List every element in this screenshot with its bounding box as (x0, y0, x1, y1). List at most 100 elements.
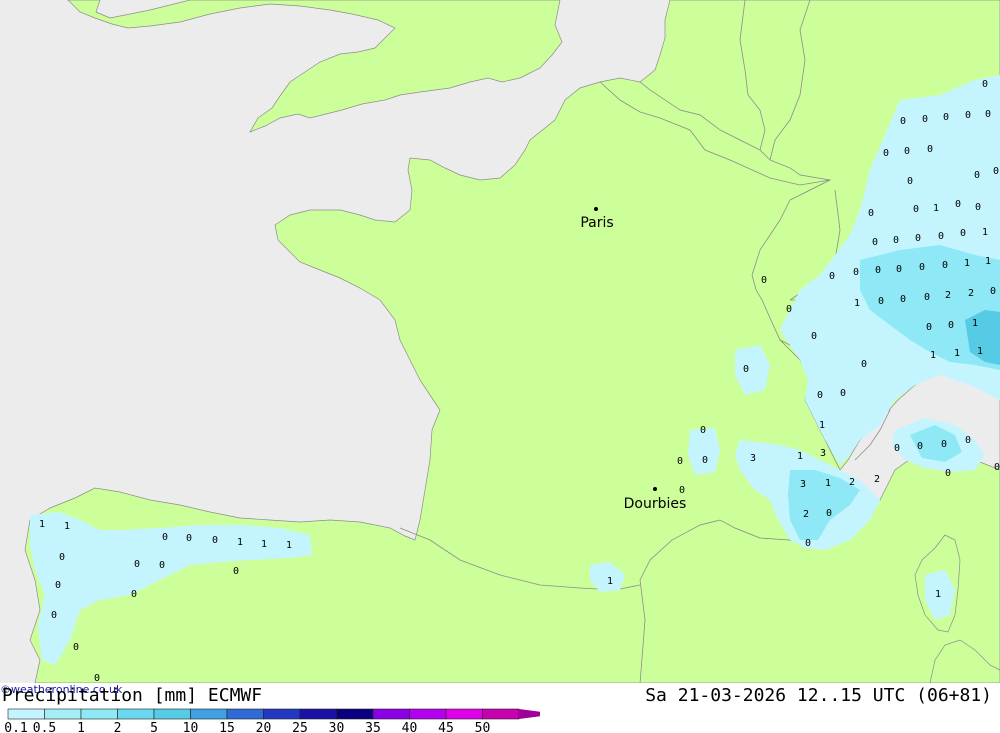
precip-value-label: 0 (868, 208, 874, 219)
city-marker-dourbies (653, 487, 657, 491)
color-scale: 0.1 0.5 1 2 5 10 15 20 25 30 35 40 45 50 (4, 708, 540, 733)
precip-value-label: 0 (943, 112, 949, 123)
precip-value-label: 0 (883, 148, 889, 159)
precip-value-label: 1 (985, 256, 991, 267)
precip-value-label: 1 (237, 537, 243, 548)
precip-value-label: 1 (797, 451, 803, 462)
precip-value-label: 0 (941, 439, 947, 450)
precip-value-label: 0 (926, 322, 932, 333)
city-label-dourbies: Dourbies (624, 496, 687, 512)
precip-value-label: 0 (924, 292, 930, 303)
map-footer: Precipitation [mm] ECMWF Sa 21-03-2026 1… (0, 683, 1000, 733)
precip-value-label: 0 (677, 456, 683, 467)
precip-value-label: 0 (853, 267, 859, 278)
precip-value-label: 0 (993, 166, 999, 177)
precip-value-label: 1 (930, 350, 936, 361)
precip-value-label: 1 (977, 346, 983, 357)
precip-value-label: 2 (849, 477, 855, 488)
precip-value-label: 0 (913, 204, 919, 215)
scale-swatch (80, 708, 118, 720)
precip-value-label: 3 (800, 479, 806, 490)
precip-value-label: 0 (917, 441, 923, 452)
precip-value-label: 0 (700, 425, 706, 436)
precip-value-label: 0 (960, 228, 966, 239)
precip-value-label: 0 (840, 388, 846, 399)
precip-value-label: 2 (874, 474, 880, 485)
precip-value-label: 0 (131, 589, 137, 600)
precip-value-label: 0 (743, 364, 749, 375)
precip-value-label: 0 (826, 508, 832, 519)
precip-value-label: 0 (965, 435, 971, 446)
precip-value-label: 1 (64, 521, 70, 532)
precip-value-label: 0 (159, 560, 165, 571)
scale-label: 25 (292, 721, 308, 733)
scale-label: 0.1 (4, 721, 27, 733)
precip-value-label: 1 (607, 576, 613, 587)
precip-value-label: 0 (965, 110, 971, 121)
precip-value-label: 2 (945, 290, 951, 301)
precip-value-label: 0 (975, 202, 981, 213)
precip-value-label: 1 (964, 258, 970, 269)
precip-value-label: 0 (974, 170, 980, 181)
precip-value-label: 0 (786, 304, 792, 315)
precip-value-label: 0 (73, 642, 79, 653)
precip-value-label: 0 (927, 144, 933, 155)
precip-value-label: 1 (854, 298, 860, 309)
precip-value-label: 0 (811, 331, 817, 342)
precip-value-label: 0 (922, 114, 928, 125)
scale-swatch (226, 708, 264, 720)
precip-value-label: 0 (162, 532, 168, 543)
scale-label: 30 (329, 721, 345, 733)
precip-value-label: 0 (186, 533, 192, 544)
precip-value-label: 1 (286, 540, 292, 551)
scale-swatch (482, 708, 520, 720)
precip-value-label: 0 (861, 359, 867, 370)
precip-value-label: 1 (982, 227, 988, 238)
precip-value-label: 0 (982, 79, 988, 90)
precip-value-label: 3 (820, 448, 826, 459)
scale-label: 50 (475, 721, 491, 733)
precip-value-label: 0 (702, 455, 708, 466)
scale-arrow (519, 709, 540, 719)
precip-value-label: 1 (825, 478, 831, 489)
precip-value-label: 0 (900, 116, 906, 127)
scale-swatch (372, 708, 410, 720)
scale-label: 40 (402, 721, 418, 733)
precip-value-label: 1 (954, 348, 960, 359)
precip-value-label: 2 (803, 509, 809, 520)
precip-value-label: 1 (933, 203, 939, 214)
scale-swatch (190, 708, 228, 720)
precip-value-label: 0 (212, 535, 218, 546)
precip-value-label: 0 (761, 275, 767, 286)
precip-value-label: 0 (134, 559, 140, 570)
precip-value-label: 0 (805, 538, 811, 549)
precip-value-label: 0 (985, 109, 991, 120)
precip-value-label: 1 (935, 589, 941, 600)
precip-value-label: 0 (51, 610, 57, 621)
precip-value-label: 3 (750, 453, 756, 464)
precip-value-label: 0 (94, 673, 100, 683)
scale-swatch (409, 708, 447, 720)
scale-swatch (153, 708, 191, 720)
precip-value-label: 0 (990, 286, 996, 297)
precip-value-label: 1 (972, 318, 978, 329)
scale-label: 0.5 (33, 721, 56, 733)
scale-label: 10 (183, 721, 199, 733)
precip-value-label: 0 (896, 264, 902, 275)
precip-value-label: 1 (261, 539, 267, 550)
precip-value-label: 0 (893, 235, 899, 246)
precip-value-label: 1 (39, 519, 45, 530)
precip-value-label: 0 (904, 146, 910, 157)
precip-value-label: 0 (907, 176, 913, 187)
scale-label: 5 (150, 721, 158, 733)
precip-value-label: 0 (894, 443, 900, 454)
scale-label: 2 (114, 721, 122, 733)
precip-value-label: 2 (968, 288, 974, 299)
precip-value-label: 0 (55, 580, 61, 591)
scale-swatch (445, 708, 483, 720)
scale-swatch (117, 708, 155, 720)
precip-value-label: 0 (872, 237, 878, 248)
scale-swatch (44, 708, 82, 720)
scale-label: 20 (256, 721, 272, 733)
scale-label: 35 (365, 721, 381, 733)
